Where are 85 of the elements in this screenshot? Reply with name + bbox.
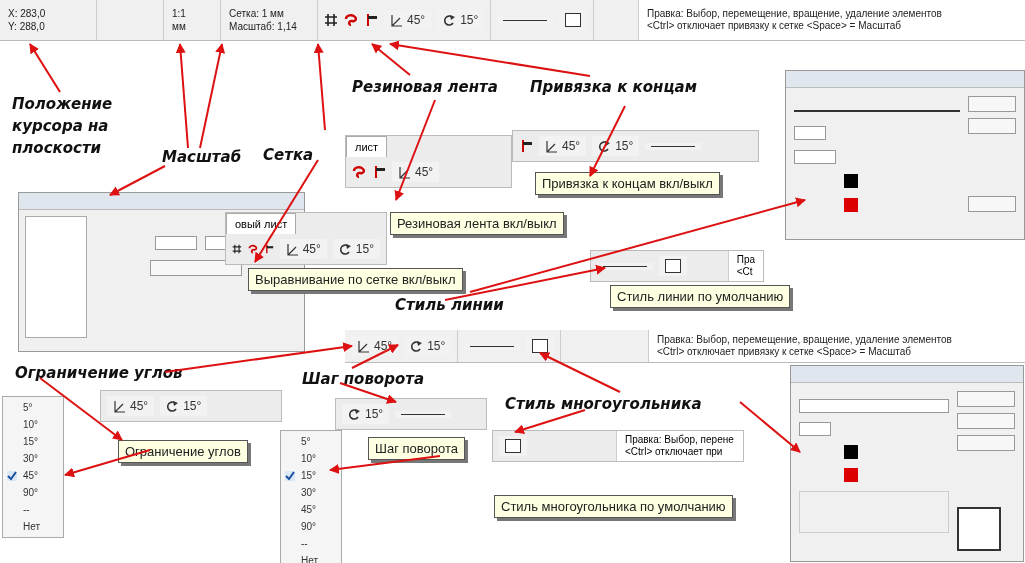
rotation-step-button[interactable]: 15°: [342, 404, 390, 424]
rotation-step-button[interactable]: 15°: [160, 396, 208, 416]
menu-item[interactable]: 15°: [281, 467, 341, 484]
tooltip: Выравнивание по сетке вкл/выкл: [248, 268, 463, 291]
tooltip: Шаг поворота: [368, 437, 465, 460]
hint-text: Правка: Выбор, перемещение, вращение, удаление элементов: [647, 8, 943, 20]
units-label: мм: [172, 20, 187, 33]
rotation-step-button[interactable]: 15°: [332, 239, 380, 259]
rubber-band-icon[interactable]: [344, 13, 358, 27]
menu-item[interactable]: 10°: [3, 416, 63, 433]
rotate-icon: [443, 13, 457, 27]
angle-icon: [285, 242, 299, 256]
hint-text: <Ct: [736, 266, 754, 278]
hint-text: Правка: Выбор, перемещение, вращение, удаление элементов: [657, 334, 953, 346]
menu-item[interactable]: 90°: [3, 484, 63, 501]
tooltip: Ограничение углов: [118, 440, 248, 463]
menu-item[interactable]: 45°: [281, 501, 341, 518]
angle-limit-button[interactable]: 45°: [539, 136, 587, 156]
line-style-button[interactable]: [395, 410, 452, 418]
callout-label: Сетка: [263, 146, 314, 164]
angle-limit-button[interactable]: 45°: [107, 396, 155, 416]
callout-label: Стиль линии: [395, 296, 504, 314]
angle-limit-button[interactable]: 45°: [392, 162, 440, 182]
rotate-icon: [598, 139, 612, 153]
pointer-arrow: [109, 165, 166, 196]
rotate-icon: [410, 339, 424, 353]
pointer-arrow: [29, 43, 61, 93]
angle-icon: [398, 165, 411, 179]
menu-item[interactable]: 30°: [281, 484, 341, 501]
sheet-tab[interactable]: лист: [346, 136, 388, 157]
grid-step: Сетка: 1 мм: [229, 7, 309, 20]
polygon-style-button[interactable]: [499, 436, 527, 456]
menu-item[interactable]: 45°: [3, 467, 63, 484]
zoom-label: Масштаб: 1,14: [229, 20, 298, 33]
angle-icon: [390, 13, 403, 27]
tooltip: Привязка к концам вкл/выкл: [535, 172, 720, 195]
flag-icon[interactable]: [519, 139, 533, 153]
rubber-band-icon[interactable]: [352, 165, 366, 179]
tooltip: Резиновая лента вкл/выкл: [390, 212, 564, 235]
menu-item[interactable]: 15°: [3, 433, 63, 450]
checkmark-icon: [7, 470, 17, 481]
grid-icon[interactable]: [232, 242, 242, 256]
polygon-style-button[interactable]: [659, 256, 687, 276]
pointer-arrow: [739, 401, 801, 453]
menu-item[interactable]: --: [281, 535, 341, 552]
tooltip: Стиль многоугольника по умолчанию: [494, 495, 733, 518]
callout-label: Привязка к концам: [530, 78, 697, 96]
menu-item[interactable]: 10°: [281, 450, 341, 467]
tooltip: Стиль линии по умолчанию: [610, 285, 791, 308]
cursor-y: Y: 288,0: [8, 20, 46, 33]
callout-label: Масштаб: [162, 148, 242, 166]
rotation-step-button[interactable]: 15°: [592, 136, 640, 156]
checkmark-icon: [285, 470, 295, 481]
menu-item[interactable]: --: [3, 501, 63, 518]
flag-icon[interactable]: [364, 13, 378, 27]
line-style-button[interactable]: [645, 142, 702, 150]
rubber-band-icon[interactable]: [247, 242, 258, 256]
callout-label: Шаг поворота: [302, 370, 425, 388]
flag-icon[interactable]: [263, 242, 274, 256]
menu-item[interactable]: 5°: [3, 399, 63, 416]
callout-label: Стиль многоугольника: [505, 395, 702, 413]
cursor-x: X: 283,0: [8, 7, 47, 20]
hint-text: <Ctrl> отключает привязку к сетке <Space> = Масштаб: [657, 346, 912, 358]
callout-label: Положение курсора на плоскости: [12, 94, 114, 159]
angle-icon: [545, 139, 558, 153]
rotate-icon: [338, 242, 352, 256]
menu-item[interactable]: Нет: [3, 518, 63, 535]
hint-text: Правка: Выбор, перене: [625, 434, 735, 446]
angle-limit-button[interactable]: 45°: [279, 239, 327, 259]
scale-ratio: 1:1: [172, 7, 187, 20]
menu-item[interactable]: 30°: [3, 450, 63, 467]
angle-icon: [357, 339, 370, 353]
hint-text: <Ctrl> отключает при: [625, 446, 724, 458]
menu-item[interactable]: 5°: [281, 433, 341, 450]
angle-icon: [113, 399, 126, 413]
flag-icon[interactable]: [372, 165, 386, 179]
menu-item[interactable]: 90°: [281, 518, 341, 535]
rotate-icon: [166, 399, 180, 413]
hint-text: Пра: [736, 254, 755, 266]
grid-icon[interactable]: [324, 13, 338, 27]
line-style-button[interactable]: [597, 262, 653, 270]
callout-label: Ограничение углов: [15, 364, 183, 382]
hint-text: <Ctrl> отключает привязку к сетке <Space> = Масштаб: [647, 20, 902, 32]
callout-label: Резиновая лента: [352, 78, 498, 96]
rotate-icon: [348, 407, 361, 421]
